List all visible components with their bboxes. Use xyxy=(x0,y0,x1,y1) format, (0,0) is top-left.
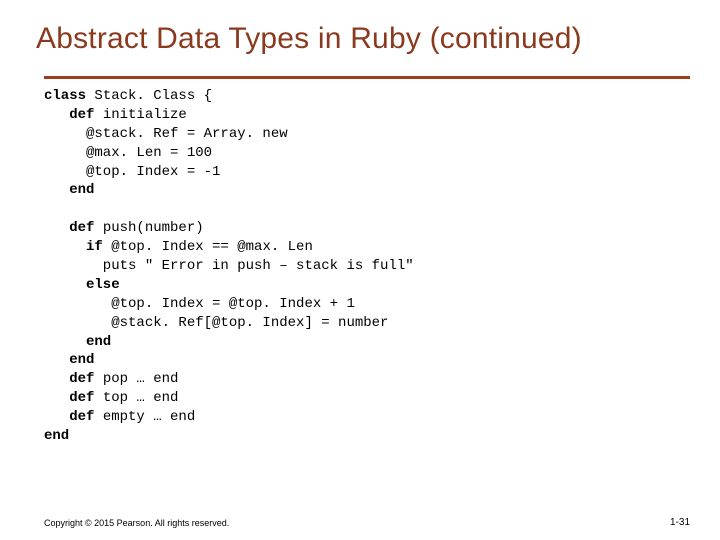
copyright-footer: Copyright © 2015 Pearson. All rights res… xyxy=(44,518,690,528)
kw-end: end xyxy=(44,334,111,350)
code-text: top … end xyxy=(103,390,179,406)
kw-class: class xyxy=(44,88,86,104)
code-text: pop … end xyxy=(103,371,179,387)
code-text: @top. Index == @max. Len xyxy=(111,239,313,255)
kw-else: else xyxy=(44,277,120,293)
code-text: initialize xyxy=(103,107,187,123)
kw-def: def xyxy=(44,220,103,236)
page-title: Abstract Data Types in Ruby (continued) xyxy=(0,0,720,66)
kw-def: def xyxy=(44,107,103,123)
code-text: @stack. Ref[@top. Index] = number xyxy=(44,315,388,331)
code-text: @stack. Ref = Array. new xyxy=(44,126,288,142)
code-text: Stack. Class { xyxy=(86,88,212,104)
code-text: @max. Len = 100 xyxy=(44,145,212,161)
slide: Abstract Data Types in Ruby (continued) … xyxy=(0,0,720,540)
code-text: @top. Index = @top. Index + 1 xyxy=(44,296,355,312)
kw-if: if xyxy=(44,239,111,255)
code-block: class Stack. Class { def initialize @sta… xyxy=(0,79,720,446)
kw-def: def xyxy=(44,371,103,387)
kw-def: def xyxy=(44,390,103,406)
kw-end: end xyxy=(44,428,69,444)
code-text: @top. Index = -1 xyxy=(44,164,220,180)
kw-end: end xyxy=(44,352,94,368)
page-number: 1-31 xyxy=(670,517,690,528)
kw-def: def xyxy=(44,409,103,425)
code-text: push(number) xyxy=(103,220,204,236)
kw-end: end xyxy=(44,182,94,198)
code-text: empty … end xyxy=(103,409,195,425)
code-text: puts " Error in push – stack is full" xyxy=(44,258,414,274)
